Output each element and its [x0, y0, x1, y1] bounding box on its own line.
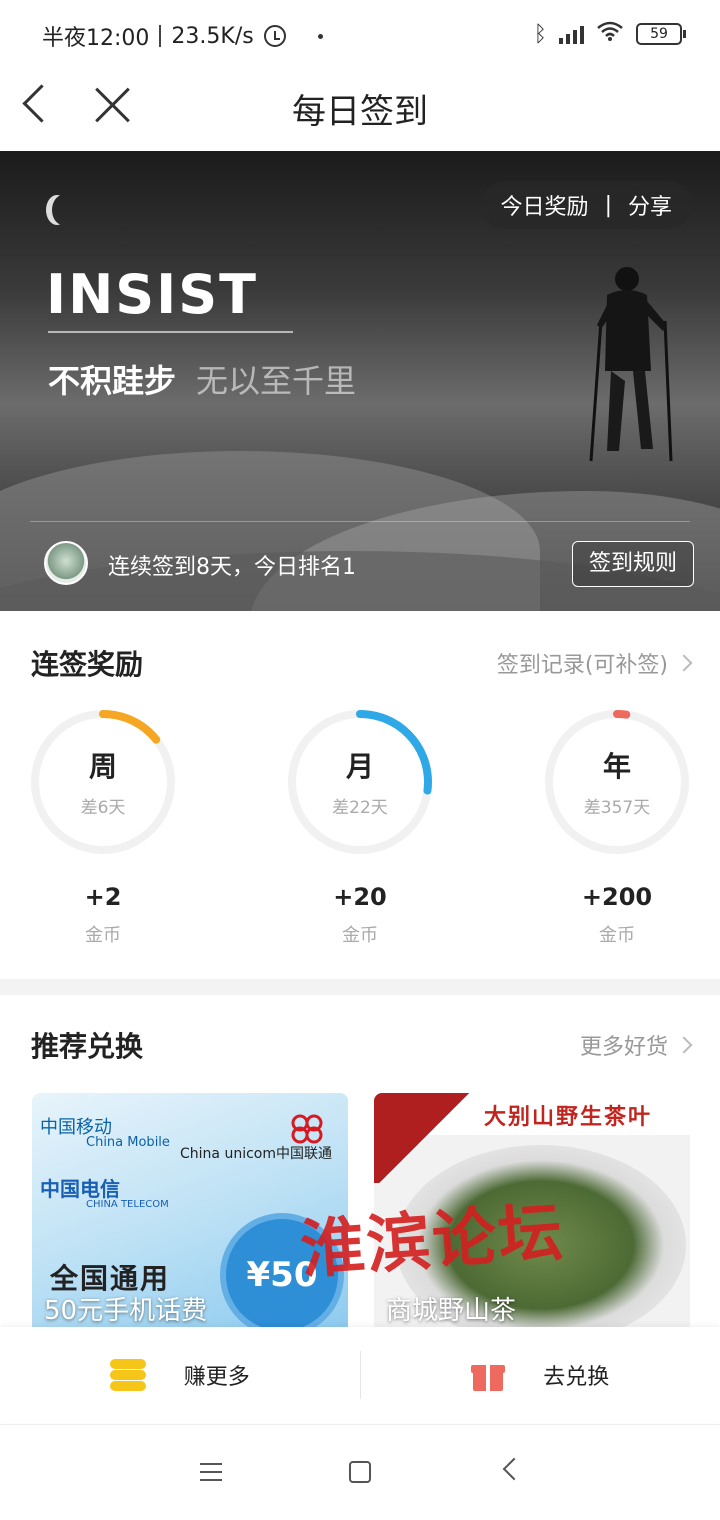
bluetooth-icon: ᛒ	[533, 21, 547, 47]
system-nav-bar	[0, 1424, 720, 1520]
chevron-right-icon	[675, 654, 693, 672]
headline-divider	[48, 331, 293, 333]
china-telecom-logo: 中国电信	[40, 1177, 120, 1201]
streak-ring-month: 月 差22天 +20 金币	[287, 709, 433, 947]
ring-progress: 周 差6天	[30, 709, 176, 855]
coin-stack-icon	[109, 1359, 146, 1391]
more-goods-link[interactable]: 更多好货	[579, 1029, 693, 1061]
ring-coins: +200	[581, 883, 653, 911]
alarm-icon	[263, 25, 286, 47]
nav-bar: 每日签到	[0, 70, 720, 150]
today-reward-link[interactable]: 今日奖励	[501, 189, 589, 221]
pill-divider: |	[604, 192, 612, 218]
ring-days-left: 差6天	[80, 798, 126, 818]
streak-ring-week: 周 差6天 +2 金币	[30, 709, 176, 947]
ring-coins: +20	[333, 883, 387, 911]
redeem-label: 去兑换	[543, 1365, 610, 1390]
banner-divider	[30, 521, 690, 522]
moon-icon	[52, 195, 74, 225]
ring-coin-label: 金币	[599, 925, 635, 946]
gift-icon	[471, 1359, 506, 1391]
product-title: 商城野山茶	[386, 1296, 517, 1326]
redeem-button[interactable]: 去兑换	[361, 1327, 720, 1423]
ring-progress: 月 差22天	[287, 709, 433, 855]
product-title: 50元手机话费	[44, 1296, 208, 1326]
system-back-icon[interactable]	[502, 1457, 526, 1481]
signal-icon	[559, 24, 584, 44]
ring-coin-label: 金币	[342, 925, 378, 946]
china-unicom-knot-icon	[291, 1114, 323, 1144]
banner-headline: INSIST	[46, 263, 258, 326]
status-left: 半夜12:00 23.5K/s	[42, 20, 323, 52]
checkin-record-link[interactable]: 签到记录(可补签)	[496, 647, 693, 679]
ring-days-left: 差357天	[583, 798, 651, 818]
menu-icon[interactable]	[200, 1463, 222, 1481]
section-divider	[0, 979, 720, 995]
ring-progress: 年 差357天	[544, 709, 690, 855]
tea-banner-text: 大别山野生茶叶	[484, 1105, 653, 1130]
chevron-right-icon	[675, 1036, 693, 1054]
battery-icon: 59	[636, 23, 686, 45]
earn-more-button[interactable]: 赚更多	[0, 1327, 360, 1423]
status-speed: 23.5K/s	[171, 23, 254, 49]
status-time: 半夜12:00	[42, 26, 150, 51]
hiker-illustration	[589, 267, 673, 462]
checkin-banner: 今日奖励 | 分享 INSIST 不积跬步 无以至千里 连续签到8天，今日排名1…	[0, 151, 720, 611]
status-divider	[159, 25, 162, 47]
ring-label: 年	[602, 750, 631, 783]
streak-ring-year: 年 差357天 +200 金币	[544, 709, 690, 947]
ring-label: 月	[345, 750, 374, 783]
status-bar: 半夜12:00 23.5K/s ᛒ 59	[0, 0, 720, 70]
section-title: 推荐兑换	[31, 1030, 144, 1063]
ring-coins: +2	[84, 883, 122, 911]
china-telecom-logo-en: CHINA TELECOM	[86, 1199, 169, 1210]
ring-label: 周	[88, 750, 117, 783]
checkin-record-label: 签到记录(可补签)	[496, 653, 668, 678]
streak-status: 连续签到8天，今日排名1	[108, 555, 356, 580]
share-link[interactable]: 分享	[628, 189, 672, 221]
home-icon[interactable]	[349, 1461, 371, 1483]
wifi-icon	[596, 20, 624, 48]
avatar[interactable]	[44, 541, 88, 585]
china-mobile-logo-en: China Mobile	[86, 1135, 170, 1150]
more-goods-label: 更多好货	[579, 1035, 668, 1060]
reward-share-pill: 今日奖励 | 分享	[480, 181, 692, 229]
banner-motto-primary: 不积跬步	[48, 362, 177, 400]
page-title: 每日签到	[292, 92, 428, 132]
forum-watermark: 淮滨论坛	[298, 1194, 567, 1289]
earn-more-label: 赚更多	[183, 1365, 250, 1390]
ring-days-left: 差22天	[332, 798, 388, 818]
status-right: ᛒ 59	[533, 20, 686, 48]
banner-motto-secondary: 无以至千里	[196, 362, 357, 400]
checkin-rules-button[interactable]: 签到规则	[572, 541, 694, 587]
china-unicom-logo: China unicom中国联通	[180, 1146, 332, 1162]
section-title: 连签奖励	[31, 648, 144, 681]
bottom-action-bar: 赚更多 去兑换	[0, 1327, 720, 1423]
notification-dot-icon	[317, 33, 323, 39]
streak-reward-section: 连签奖励 签到记录(可补签) 周 差6天 +2 金币 月 差22天 +20 金币	[0, 611, 720, 979]
ring-coin-label: 金币	[85, 925, 121, 946]
